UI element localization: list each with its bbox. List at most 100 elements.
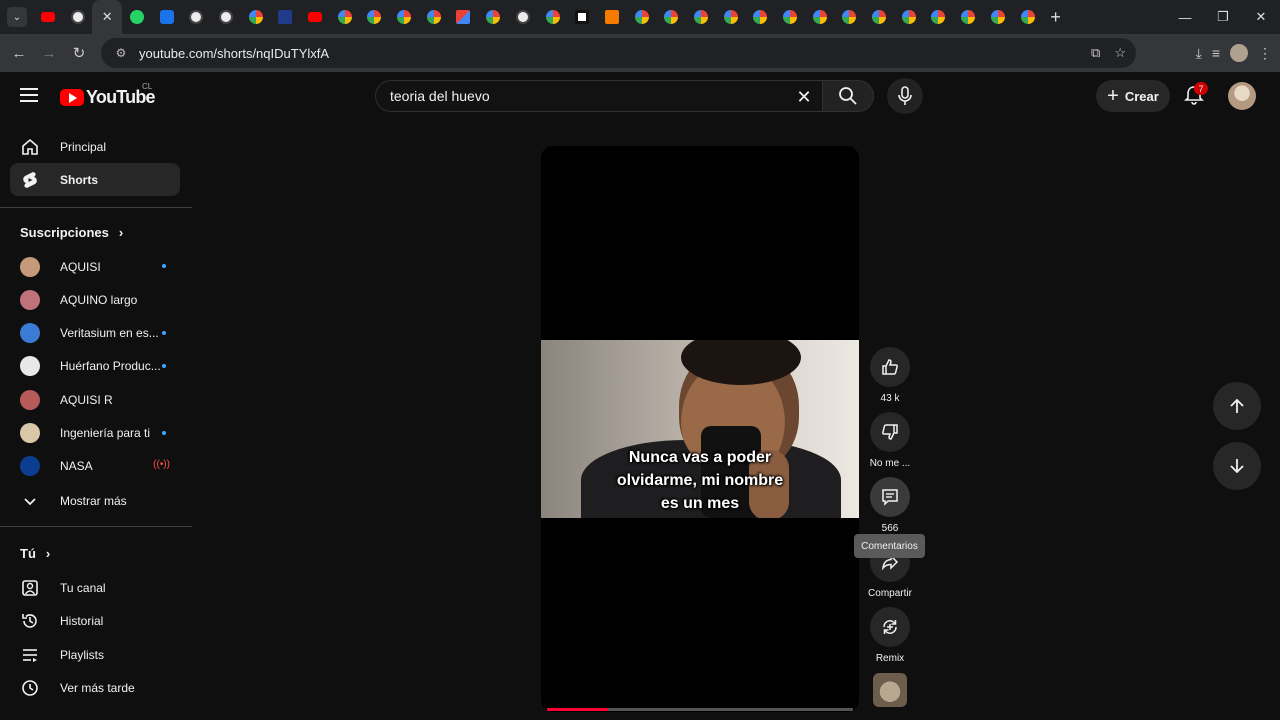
comments-button[interactable]: 566 [864,477,916,534]
minimize-button[interactable]: — [1166,0,1204,34]
create-button[interactable]: + Crear [1096,80,1170,112]
browser-tab[interactable] [924,0,954,34]
search-box[interactable]: teoria del huevo ✕ [375,80,823,112]
thumbs-up-icon [882,359,898,375]
sidebar-item-tu-canal[interactable]: Tu canal [10,571,180,604]
gmail-favicon-icon [456,10,471,24]
subscription-item[interactable]: AQUISI R [10,383,180,416]
browser-tab[interactable] [63,0,93,34]
video-progress-fill [547,708,609,711]
browser-tab[interactable] [746,0,776,34]
chatgpt-favicon-icon [218,10,233,24]
subscription-item[interactable]: Veritasium en es... [10,317,180,350]
subscriptions-heading[interactable]: Suscripciones › [20,225,123,240]
open-in-app-icon[interactable]: ⧉ [1091,45,1100,61]
browser-tab[interactable] [478,0,508,34]
sidebar-item-shorts[interactable]: Shorts [10,163,180,196]
browser-tab[interactable] [419,0,449,34]
shorts-player[interactable]: Nunca vas a poder olvidarme, mi nombre e… [541,146,859,712]
tab-search-dropdown[interactable]: ⌄ [7,7,27,27]
browser-tab[interactable]: ✕ [92,0,123,34]
browser-tab[interactable] [241,0,271,34]
forward-button[interactable]: → [34,38,64,68]
subscription-label: Veritasium en es... [60,326,159,341]
subscription-item[interactable]: NASA ((•)) [10,450,180,483]
search-button[interactable] [822,80,874,112]
reload-button[interactable]: ↻ [64,38,94,68]
browser-tab[interactable] [271,0,301,34]
subscription-item[interactable]: Huérfano Produc... [10,350,180,383]
browser-tab[interactable] [360,0,390,34]
browser-tab[interactable] [686,0,716,34]
subscription-label: AQUISI R [60,392,113,407]
browser-tab[interactable] [864,0,894,34]
site-info-icon[interactable]: ⚙ [109,46,133,60]
you-heading[interactable]: Tú › [20,546,50,561]
guide-menu-icon[interactable] [20,88,38,102]
window-controls: — ❐ ✕ [1166,0,1280,34]
profile-avatar[interactable] [1230,44,1248,62]
browser-tab[interactable] [775,0,805,34]
browser-tab[interactable] [538,0,568,34]
browser-tab[interactable] [211,0,241,34]
bookmark-star-icon[interactable]: ☆ [1114,45,1126,61]
back-button[interactable]: ← [4,38,34,68]
chevron-right-icon: › [45,546,51,561]
clear-search-icon[interactable]: ✕ [792,85,816,109]
downloads-icon[interactable]: ⤓ [1196,45,1202,62]
video-progress-bar[interactable] [547,708,853,711]
home-icon [22,138,38,155]
like-button[interactable]: 43 k [864,347,916,404]
show-more-button[interactable]: Mostrar más [10,484,180,517]
browser-tab[interactable] [389,0,419,34]
browser-tab[interactable] [122,0,152,34]
browser-tab[interactable] [597,0,627,34]
browser-menu-icon[interactable]: ⋮ [1258,45,1272,62]
dislike-button[interactable]: No me ... [864,412,916,469]
sidebar-item-principal[interactable]: Principal [10,130,180,163]
browser-tab[interactable] [953,0,983,34]
close-tab-icon[interactable]: ✕ [102,9,113,25]
notifications-button[interactable]: 7 [1183,82,1208,108]
voice-search-button[interactable] [887,78,923,114]
subscription-item[interactable]: AQUINO largo [10,283,180,316]
shorts-icon [23,171,37,188]
media-controls-icon[interactable]: ≡ [1212,45,1220,61]
search-input[interactable]: teoria del huevo [390,88,490,104]
browser-tab[interactable] [152,0,182,34]
subscription-item[interactable]: Ingeniería para ti [10,417,180,450]
browser-tab[interactable] [33,0,63,34]
browser-tab[interactable] [330,0,360,34]
browser-tab[interactable] [300,0,330,34]
close-window-button[interactable]: ✕ [1242,0,1280,34]
sidebar-item-ver-mas-tarde[interactable]: Ver más tarde [10,671,180,704]
channel-avatar [20,256,40,277]
audio-source-thumbnail[interactable] [873,673,907,707]
browser-tab[interactable] [181,0,211,34]
previous-short-button[interactable] [1213,382,1261,430]
restore-button[interactable]: ❐ [1204,0,1242,34]
subscription-item[interactable]: AQUISI [10,250,180,283]
sidebar-item-historial[interactable]: Historial [10,604,180,637]
next-short-button[interactable] [1213,442,1261,490]
browser-tab[interactable] [894,0,924,34]
browser-tab[interactable] [449,0,479,34]
youtube-logo[interactable]: YouTube CL [60,82,156,108]
browser-tab[interactable] [627,0,657,34]
browser-tab[interactable] [983,0,1013,34]
google-favicon-icon [961,10,976,24]
address-bar[interactable]: ⚙ youtube.com/shorts/nqIDuTYlxfA ⧉ ☆ [101,38,1136,68]
sidebar-item-playlists[interactable]: Playlists [10,638,180,671]
browser-tab[interactable] [656,0,686,34]
new-tab-button[interactable]: + [1050,7,1061,28]
account-avatar[interactable] [1228,82,1256,110]
comments-icon [882,489,898,506]
browser-tab[interactable] [1013,0,1043,34]
browser-tab[interactable] [508,0,538,34]
browser-tab[interactable] [716,0,746,34]
browser-tab[interactable] [805,0,835,34]
browser-tab[interactable] [835,0,865,34]
browser-tab[interactable] [567,0,597,34]
chatgpt-favicon-icon [70,10,85,24]
remix-button[interactable]: Remix [864,607,916,664]
